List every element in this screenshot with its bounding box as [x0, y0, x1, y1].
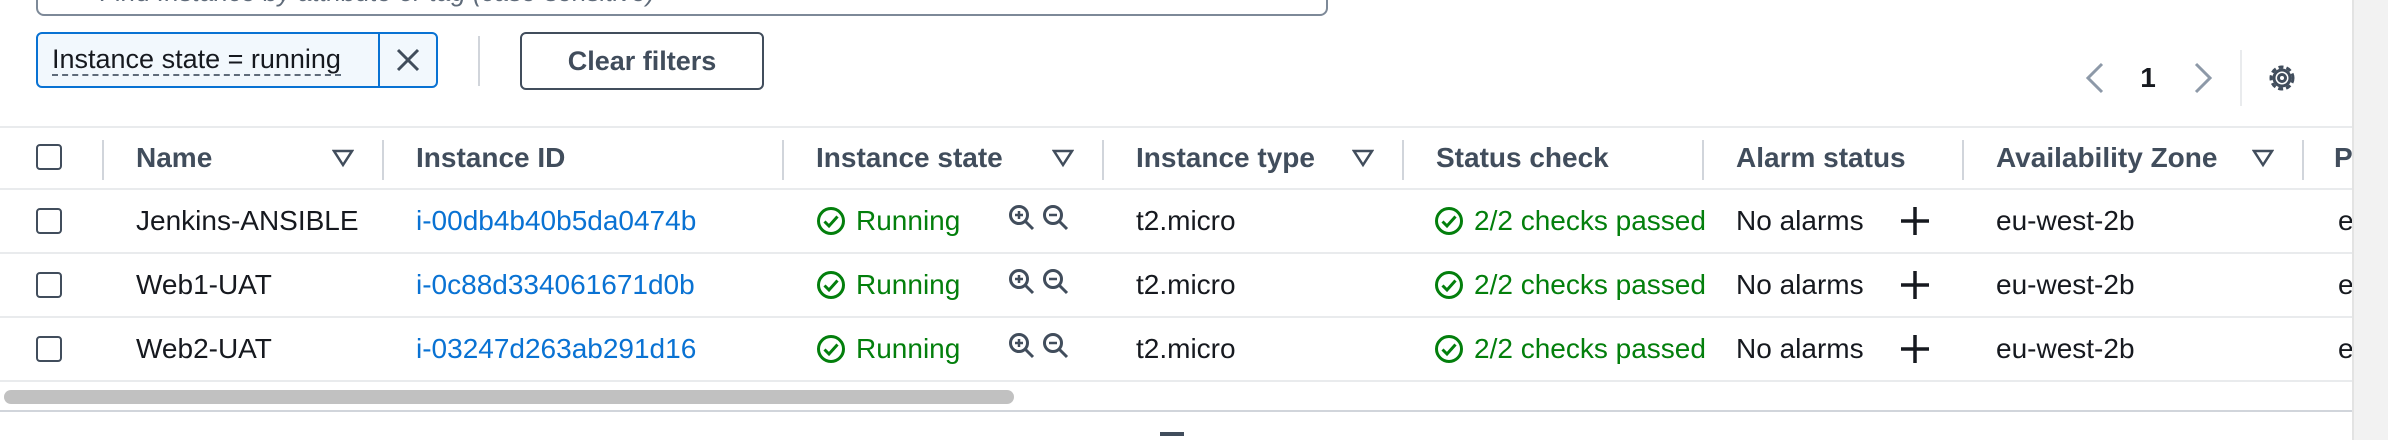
column-header-alarm-status[interactable]: Alarm status — [1736, 126, 1906, 190]
column-separator[interactable] — [382, 140, 384, 180]
column-separator[interactable] — [1962, 140, 1964, 180]
instance-state-label: Running — [856, 205, 961, 236]
instance-id-link[interactable]: i-00db4b40b5da0474b — [416, 190, 696, 252]
state-zoom-controls — [1008, 332, 1070, 360]
sort-caret-icon[interactable] — [2252, 148, 2274, 168]
status-check-label: 2/2 checks passed — [1474, 205, 1706, 236]
chevron-right-icon[interactable] — [2190, 60, 2218, 96]
instance-id-link[interactable]: i-0c88d334061671d0b — [416, 254, 695, 316]
instance-state: Running — [816, 190, 960, 252]
instance-name: Web2-UAT — [136, 333, 272, 364]
plus-icon[interactable] — [1898, 204, 1932, 238]
search-box[interactable] — [36, 0, 1328, 16]
close-icon — [396, 48, 420, 72]
column-header-availability-zone[interactable]: Availability Zone — [1996, 126, 2217, 190]
column-header-status-check[interactable]: Status check — [1436, 126, 1609, 190]
status-check[interactable]: 2/2 checks passed — [1434, 318, 1706, 380]
instance-name: Jenkins-ANSIBLE — [136, 205, 359, 236]
state-zoom-controls — [1008, 204, 1070, 232]
zoom-out-icon[interactable] — [1042, 332, 1070, 360]
status-check[interactable]: 2/2 checks passed — [1434, 254, 1706, 316]
search-input[interactable] — [100, 0, 1200, 12]
column-separator[interactable] — [1702, 140, 1704, 180]
horizontal-scrollbar-thumb[interactable] — [4, 390, 1014, 404]
status-check-icon — [817, 207, 845, 235]
instance-state-label: Running — [856, 269, 961, 300]
panel-divider — [0, 410, 2352, 412]
column-separator[interactable] — [2302, 140, 2304, 180]
chevron-left-icon[interactable] — [2080, 60, 2108, 96]
column-separator[interactable] — [1102, 140, 1104, 180]
status-check-icon — [817, 335, 845, 363]
status-check-label: 2/2 checks passed — [1474, 269, 1706, 300]
toolbar-divider — [478, 36, 480, 86]
column-header-instance-type[interactable]: Instance type — [1136, 126, 1315, 190]
status-check-icon — [817, 271, 845, 299]
availability-zone: eu-west-2b — [1996, 269, 2135, 300]
filter-token[interactable]: Instance state = running — [36, 32, 438, 88]
zoom-in-icon[interactable] — [1008, 204, 1036, 232]
row-checkbox[interactable] — [36, 336, 62, 362]
state-zoom-controls — [1008, 268, 1070, 296]
instance-type: t2.micro — [1136, 205, 1236, 236]
partial-cell: e — [2338, 269, 2352, 300]
filter-token-text: Instance state = running — [52, 44, 341, 76]
sort-caret-icon[interactable] — [1052, 148, 1074, 168]
status-check-icon — [1435, 207, 1463, 235]
plus-icon[interactable] — [1898, 332, 1932, 366]
column-separator — [102, 140, 104, 180]
status-check-icon — [1435, 335, 1463, 363]
partial-cell: e — [2338, 205, 2352, 236]
settings-icon[interactable] — [2264, 60, 2300, 96]
status-check[interactable]: 2/2 checks passed — [1434, 190, 1706, 252]
instance-type: t2.micro — [1136, 333, 1236, 364]
alarm-status: No alarms — [1736, 333, 1864, 364]
sort-caret-icon[interactable] — [332, 148, 354, 168]
row-checkbox[interactable] — [36, 208, 62, 234]
sort-caret-icon[interactable] — [1352, 148, 1374, 168]
status-check-label: 2/2 checks passed — [1474, 333, 1706, 364]
filter-token-label[interactable]: Instance state = running — [38, 34, 378, 86]
instance-state-label: Running — [856, 333, 961, 364]
instance-state: Running — [816, 318, 960, 380]
instance-name: Web1-UAT — [136, 269, 272, 300]
availability-zone: eu-west-2b — [1996, 205, 2135, 236]
pagination-divider — [2240, 50, 2242, 106]
row-checkbox[interactable] — [36, 272, 62, 298]
resize-handle[interactable] — [1160, 432, 1184, 436]
instance-id-link[interactable]: i-03247d263ab291d16 — [416, 318, 696, 380]
column-separator[interactable] — [782, 140, 784, 180]
clear-filters-button[interactable]: Clear filters — [520, 32, 764, 90]
column-header-partial[interactable]: P — [2334, 126, 2352, 190]
column-header-instance-id[interactable]: Instance ID — [416, 126, 565, 190]
column-header-instance-state[interactable]: Instance state — [816, 126, 1003, 190]
column-separator[interactable] — [1402, 140, 1404, 180]
alarm-status: No alarms — [1736, 205, 1864, 236]
select-all-checkbox[interactable] — [36, 144, 62, 170]
row-divider — [0, 380, 2352, 382]
partial-cell: e — [2338, 333, 2352, 364]
zoom-out-icon[interactable] — [1042, 268, 1070, 296]
status-check-icon — [1435, 271, 1463, 299]
instance-type: t2.micro — [1136, 269, 1236, 300]
remove-filter-button[interactable] — [378, 34, 436, 86]
zoom-in-icon[interactable] — [1008, 268, 1036, 296]
column-header-name[interactable]: Name — [136, 126, 212, 190]
alarm-status: No alarms — [1736, 269, 1864, 300]
availability-zone: eu-west-2b — [1996, 333, 2135, 364]
zoom-out-icon[interactable] — [1042, 204, 1070, 232]
page-number[interactable]: 1 — [2136, 60, 2160, 96]
plus-icon[interactable] — [1898, 268, 1932, 302]
vertical-scrollbar[interactable] — [2352, 0, 2388, 440]
instances-table: Name Instance ID Instance state Instance… — [0, 126, 2352, 384]
zoom-in-icon[interactable] — [1008, 332, 1036, 360]
instance-state: Running — [816, 254, 960, 316]
